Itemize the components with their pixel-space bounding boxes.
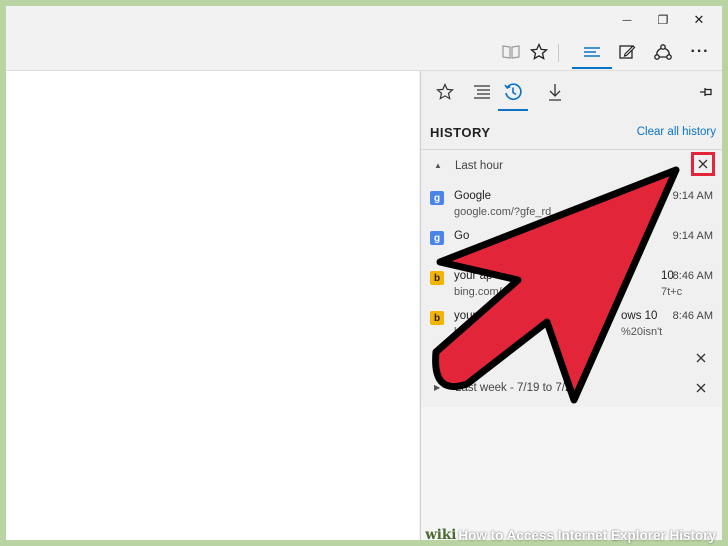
close-icon [698, 159, 708, 169]
history-time: 8:46 AM [672, 270, 713, 282]
web-content-area[interactable] [6, 71, 419, 540]
history-title: your ap [454, 270, 493, 282]
group-last-week[interactable]: ▶ Last week - 7/19 to 7/2 [421, 374, 722, 404]
caption-text: How to Access Internet Explorer History [458, 527, 716, 543]
history-title-tail: ows 10 [621, 310, 658, 322]
browser-window: — ❐ ✕ ··· HISTORY Clear all history ▲ La… [6, 6, 722, 540]
history-tab-indicator [498, 109, 528, 111]
group-label: Last hour [455, 160, 503, 172]
favorite-button[interactable] [523, 38, 555, 66]
google-favicon-icon: g [430, 191, 444, 205]
delete-group-button[interactable] [691, 378, 711, 398]
hub-panel: HISTORY Clear all history ▲ Last hour g … [420, 71, 722, 540]
minimize-icon: — [622, 14, 632, 26]
hub-lines-icon [584, 47, 600, 57]
star-icon [530, 43, 548, 60]
expand-caret-icon: ▶ [434, 383, 441, 392]
star-icon [436, 83, 454, 100]
google-favicon-icon: g [430, 231, 444, 245]
wikihow-caption: wiki How to Access Internet Explorer His… [419, 526, 722, 544]
panel-title: HISTORY [430, 125, 491, 140]
expand-caret-icon: ▶ [434, 353, 441, 362]
reading-list-icon [474, 85, 490, 99]
highlighted-delete-button[interactable] [691, 152, 715, 176]
restore-icon: ❐ [657, 13, 669, 27]
list-item[interactable]: b your bi 8:46 AM ows 10 %20isn't [421, 307, 722, 347]
share-button[interactable] [647, 38, 679, 66]
more-icon: ··· [690, 43, 710, 60]
tab-reading-list[interactable] [465, 77, 499, 107]
history-title-tail: 10 [661, 270, 674, 282]
pin-icon [700, 88, 712, 96]
close-icon [696, 383, 706, 393]
bing-favicon-icon: b [430, 271, 444, 285]
hub-active-indicator [572, 67, 612, 69]
more-button[interactable]: ··· [684, 38, 716, 66]
hub-tabs [421, 71, 722, 111]
history-url: google.com/?gfe_rd [454, 206, 552, 218]
title-bar: — ❐ ✕ [6, 6, 722, 34]
list-item[interactable]: g Go 9:14 AM [421, 227, 722, 267]
hub-button[interactable] [576, 38, 608, 66]
restore-button[interactable]: ❐ [646, 6, 680, 34]
tab-favorites[interactable] [428, 77, 462, 107]
list-item[interactable]: g Google google.com/?gfe_rd 9:14 AM [421, 187, 722, 227]
list-item[interactable]: b your ap bing.com/s 8:46 AM 10 7t+c [421, 267, 722, 307]
toolbar-separator [558, 44, 559, 62]
delete-group-button[interactable] [691, 348, 711, 368]
tab-downloads[interactable] [538, 77, 572, 107]
history-title: Google [454, 190, 492, 202]
download-icon [549, 84, 561, 101]
history-url-tail: 7t+c [661, 286, 683, 298]
clear-all-history-link[interactable]: Clear all history [637, 126, 716, 138]
close-window-button[interactable]: ✕ [682, 6, 716, 34]
wiki-wordmark: wiki [425, 527, 457, 543]
close-icon: ✕ [693, 12, 705, 28]
history-time: 9:14 AM [672, 190, 713, 202]
history-url: bi [454, 326, 463, 338]
collapse-caret-icon: ▲ [434, 161, 442, 170]
divider [421, 149, 722, 150]
book-icon [502, 45, 520, 59]
bing-favicon-icon: b [430, 311, 444, 325]
minimize-button[interactable]: — [610, 6, 644, 34]
share-icon [654, 44, 672, 60]
close-icon [696, 353, 706, 363]
history-title: your [454, 310, 477, 322]
history-title: Go [454, 230, 470, 242]
history-time: 9:14 AM [672, 230, 713, 242]
panel-empty-area [421, 407, 722, 540]
pin-button[interactable] [690, 77, 722, 107]
history-time: 8:46 AM [672, 310, 713, 322]
pen-icon [619, 45, 636, 59]
web-note-button[interactable] [611, 38, 643, 66]
history-url-tail: %20isn't [621, 326, 663, 338]
group-label: Last week - 7/19 to 7/2 [455, 382, 572, 394]
tab-history[interactable] [496, 77, 530, 107]
history-url: bing.com/s [454, 286, 508, 298]
history-clock-icon [504, 83, 522, 101]
group-collapsed[interactable]: ▶ [421, 344, 722, 374]
group-last-hour[interactable]: ▲ Last hour [421, 152, 722, 182]
browser-toolbar: ··· [6, 34, 722, 71]
